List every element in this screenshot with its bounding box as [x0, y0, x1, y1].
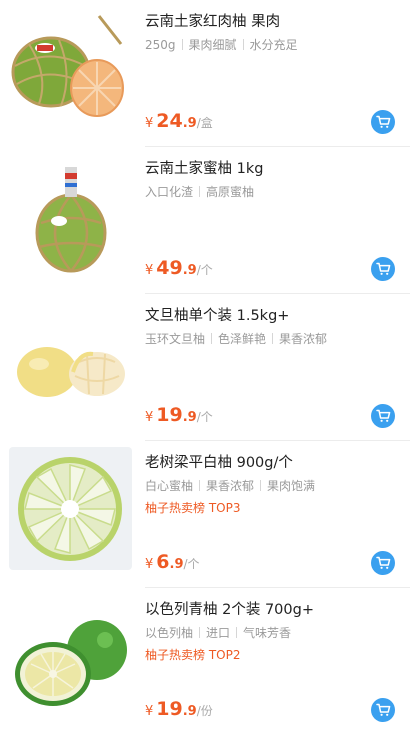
tag-separator — [181, 39, 183, 50]
product-price: ¥19.9/个 — [145, 404, 213, 429]
product-tags: 白心蜜柚 果香浓郁 果肉饱满 — [145, 478, 400, 494]
price-decimal: .9 — [182, 410, 197, 425]
currency-symbol: ¥ — [145, 263, 154, 278]
price-unit: /个 — [183, 557, 200, 571]
tag: 高原蜜柚 — [206, 185, 255, 199]
price-integer: 49 — [156, 257, 183, 279]
product-title[interactable]: 云南土家红肉柚 果肉 — [145, 12, 400, 32]
cart-icon — [375, 262, 390, 275]
tag: 果香浓郁 — [279, 332, 328, 346]
product-price: ¥6.9/个 — [145, 551, 200, 576]
wendan-pomelo-icon[interactable] — [9, 300, 132, 423]
tag: 进口 — [206, 626, 231, 640]
white-pomelo-sliced-icon[interactable] — [9, 447, 132, 570]
tag: 果肉细腻 — [188, 38, 237, 52]
cart-icon — [375, 556, 390, 569]
product-title[interactable]: 云南土家蜜柚 1kg — [145, 159, 400, 179]
tag-separator — [199, 186, 201, 197]
add-to-cart-button[interactable] — [371, 110, 395, 134]
tag: 以色列柚 — [145, 626, 194, 640]
price-unit: /个 — [196, 410, 213, 424]
product-card[interactable]: 云南土家蜜柚 1kg 入口化渣 高原蜜柚 ¥49.9/个 — [0, 147, 410, 294]
product-price: ¥24.9/盒 — [145, 110, 213, 135]
tag-separator — [242, 39, 244, 50]
tag-separator — [199, 480, 201, 491]
price-decimal: .9 — [182, 704, 197, 719]
currency-symbol: ¥ — [145, 557, 154, 572]
tag: 入口化渣 — [145, 185, 194, 199]
product-tags: 玉环文旦柚 色泽鲜艳 果香浓郁 — [145, 331, 400, 347]
cart-icon — [375, 115, 390, 128]
product-card[interactable]: 文旦柚单个装 1.5kg+ 玉环文旦柚 色泽鲜艳 果香浓郁 ¥19.9/个 — [0, 294, 410, 441]
green-pomelo-icon[interactable] — [9, 594, 132, 717]
add-to-cart-button[interactable] — [371, 404, 395, 428]
price-decimal: .9 — [182, 263, 197, 278]
product-title[interactable]: 老树梁平白柚 900g/个 — [145, 453, 400, 473]
honey-pomelo-netted-icon[interactable] — [9, 153, 132, 276]
price-integer: 19 — [156, 404, 183, 426]
tag-separator — [199, 627, 201, 638]
product-card[interactable]: 老树梁平白柚 900g/个 白心蜜柚 果香浓郁 果肉饱满 柚子热卖榜 TOP3 ¥6… — [0, 441, 410, 588]
ranking-label[interactable]: 柚子热卖榜 TOP2 — [145, 647, 240, 663]
price-decimal: .9 — [169, 557, 184, 572]
add-to-cart-button[interactable] — [371, 551, 395, 575]
cart-icon — [375, 409, 390, 422]
add-to-cart-button[interactable] — [371, 257, 395, 281]
product-title[interactable]: 以色列青柚 2个装 700g+ — [145, 600, 400, 620]
tag: 白心蜜柚 — [145, 479, 194, 493]
price-decimal: .9 — [182, 116, 197, 131]
currency-symbol: ¥ — [145, 704, 154, 719]
cart-icon — [375, 703, 390, 716]
ranking-label[interactable]: 柚子热卖榜 TOP3 — [145, 500, 240, 516]
product-price: ¥19.9/份 — [145, 698, 213, 723]
product-list: 云南土家红肉柚 果肉 250g 果肉细腻 水分充足 ¥24.9/盒 云南土家蜜柚… — [0, 0, 410, 734]
price-integer: 19 — [156, 698, 183, 720]
product-tags: 入口化渣 高原蜜柚 — [145, 184, 400, 200]
currency-symbol: ¥ — [145, 116, 154, 131]
currency-symbol: ¥ — [145, 410, 154, 425]
tag: 玉环文旦柚 — [145, 332, 206, 346]
tag-separator — [272, 333, 274, 344]
tag: 果肉饱满 — [267, 479, 316, 493]
product-tags: 以色列柚 进口 气味芳香 — [145, 625, 400, 641]
product-price: ¥49.9/个 — [145, 257, 213, 282]
price-unit: /个 — [196, 263, 213, 277]
price-integer: 24 — [156, 110, 183, 132]
tag: 水分充足 — [249, 38, 298, 52]
product-card[interactable]: 以色列青柚 2个装 700g+ 以色列柚 进口 气味芳香 柚子热卖榜 TOP2 ¥1… — [0, 588, 410, 734]
tag-separator — [236, 627, 238, 638]
price-unit: /盒 — [196, 116, 213, 130]
tag: 果香浓郁 — [206, 479, 255, 493]
tag-separator — [211, 333, 213, 344]
tag: 色泽鲜艳 — [218, 332, 267, 346]
tag: 250g — [145, 38, 176, 52]
price-integer: 6 — [156, 551, 170, 573]
product-title[interactable]: 文旦柚单个装 1.5kg+ — [145, 306, 400, 326]
tag-separator — [260, 480, 262, 491]
red-pomelo-netted-icon[interactable] — [9, 6, 132, 129]
product-card[interactable]: 云南土家红肉柚 果肉 250g 果肉细腻 水分充足 ¥24.9/盒 — [0, 0, 410, 147]
add-to-cart-button[interactable] — [371, 698, 395, 722]
product-tags: 250g 果肉细腻 水分充足 — [145, 37, 400, 53]
price-unit: /份 — [196, 704, 213, 718]
tag: 气味芳香 — [243, 626, 292, 640]
